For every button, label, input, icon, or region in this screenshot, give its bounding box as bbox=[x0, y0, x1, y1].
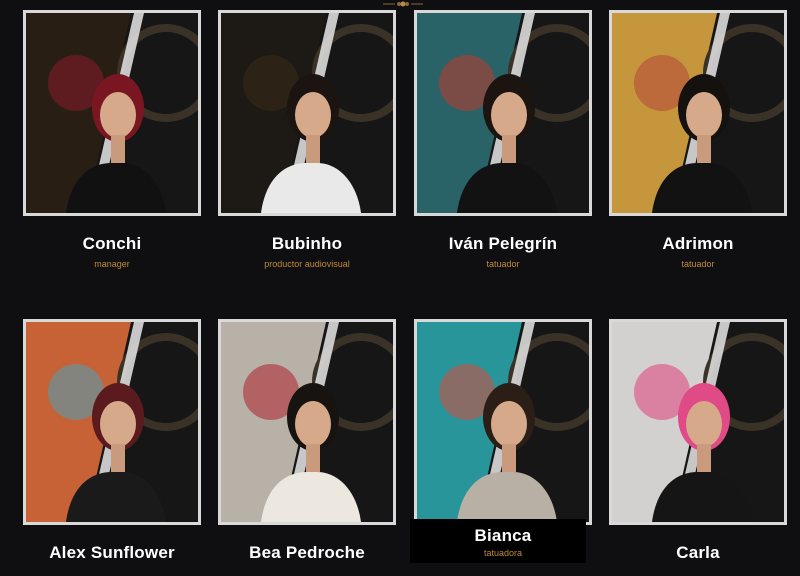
team-photo[interactable] bbox=[609, 319, 787, 525]
person-face bbox=[491, 92, 527, 138]
team-grid: Conchi manager Bubinho productor audiovi… bbox=[0, 0, 800, 576]
team-card-conchi[interactable]: Conchi manager bbox=[23, 10, 201, 269]
team-photo[interactable] bbox=[609, 10, 787, 216]
team-member-role: productor audiovisual bbox=[264, 259, 350, 269]
person-neck bbox=[111, 135, 125, 163]
team-member-role: tatuadora bbox=[483, 548, 523, 558]
person-face bbox=[686, 401, 722, 447]
team-photo[interactable] bbox=[414, 319, 592, 525]
team-card-alex-sunflower[interactable]: Alex Sunflower bbox=[23, 319, 201, 563]
portrait-image bbox=[221, 13, 393, 213]
team-member-role: manager bbox=[94, 259, 130, 269]
portrait-image bbox=[417, 13, 589, 213]
portrait-image bbox=[612, 13, 784, 213]
person-neck bbox=[502, 444, 516, 472]
person-neck bbox=[111, 444, 125, 472]
team-member-role: tatuador bbox=[486, 259, 520, 269]
portrait-image bbox=[417, 322, 589, 522]
person-neck bbox=[502, 135, 516, 163]
team-card-bianca[interactable]: Bianca tatuadora bbox=[410, 319, 592, 563]
person-face bbox=[491, 401, 527, 447]
team-card-bea-pedroche[interactable]: Bea Pedroche bbox=[218, 319, 396, 563]
portrait-image bbox=[221, 322, 393, 522]
team-member-name: Bubinho bbox=[271, 234, 343, 253]
team-card-carla[interactable]: Carla bbox=[609, 319, 787, 563]
team-photo[interactable] bbox=[218, 319, 396, 525]
team-member-name: Alex Sunflower bbox=[49, 543, 175, 562]
person-neck bbox=[306, 135, 320, 163]
person-face bbox=[686, 92, 722, 138]
person-face bbox=[100, 92, 136, 138]
portrait-image bbox=[26, 13, 198, 213]
person-neck bbox=[697, 135, 711, 163]
team-member-name: Adrimon bbox=[662, 234, 734, 253]
team-member-name: Bianca bbox=[474, 526, 532, 545]
team-member-name: Carla bbox=[676, 543, 720, 562]
team-member-role: tatuador bbox=[681, 259, 715, 269]
team-photo[interactable] bbox=[23, 10, 201, 216]
team-member-name: Iván Pelegrín bbox=[448, 234, 558, 253]
team-card-ivan-pelegrin[interactable]: Iván Pelegrín tatuador bbox=[414, 10, 592, 269]
team-photo[interactable] bbox=[414, 10, 592, 216]
person-face bbox=[295, 401, 331, 447]
team-member-name: Bea Pedroche bbox=[249, 543, 365, 562]
person-face bbox=[100, 401, 136, 447]
person-neck bbox=[697, 444, 711, 472]
ornament-icon bbox=[383, 1, 423, 7]
portrait-image bbox=[26, 322, 198, 522]
team-photo[interactable] bbox=[218, 10, 396, 216]
team-member-name: Conchi bbox=[82, 234, 142, 253]
team-card-bubinho[interactable]: Bubinho productor audiovisual bbox=[218, 10, 396, 269]
team-card-adrimon[interactable]: Adrimon tatuador bbox=[609, 10, 787, 269]
portrait-image bbox=[612, 322, 784, 522]
person-face bbox=[295, 92, 331, 138]
team-photo[interactable] bbox=[23, 319, 201, 525]
person-neck bbox=[306, 444, 320, 472]
